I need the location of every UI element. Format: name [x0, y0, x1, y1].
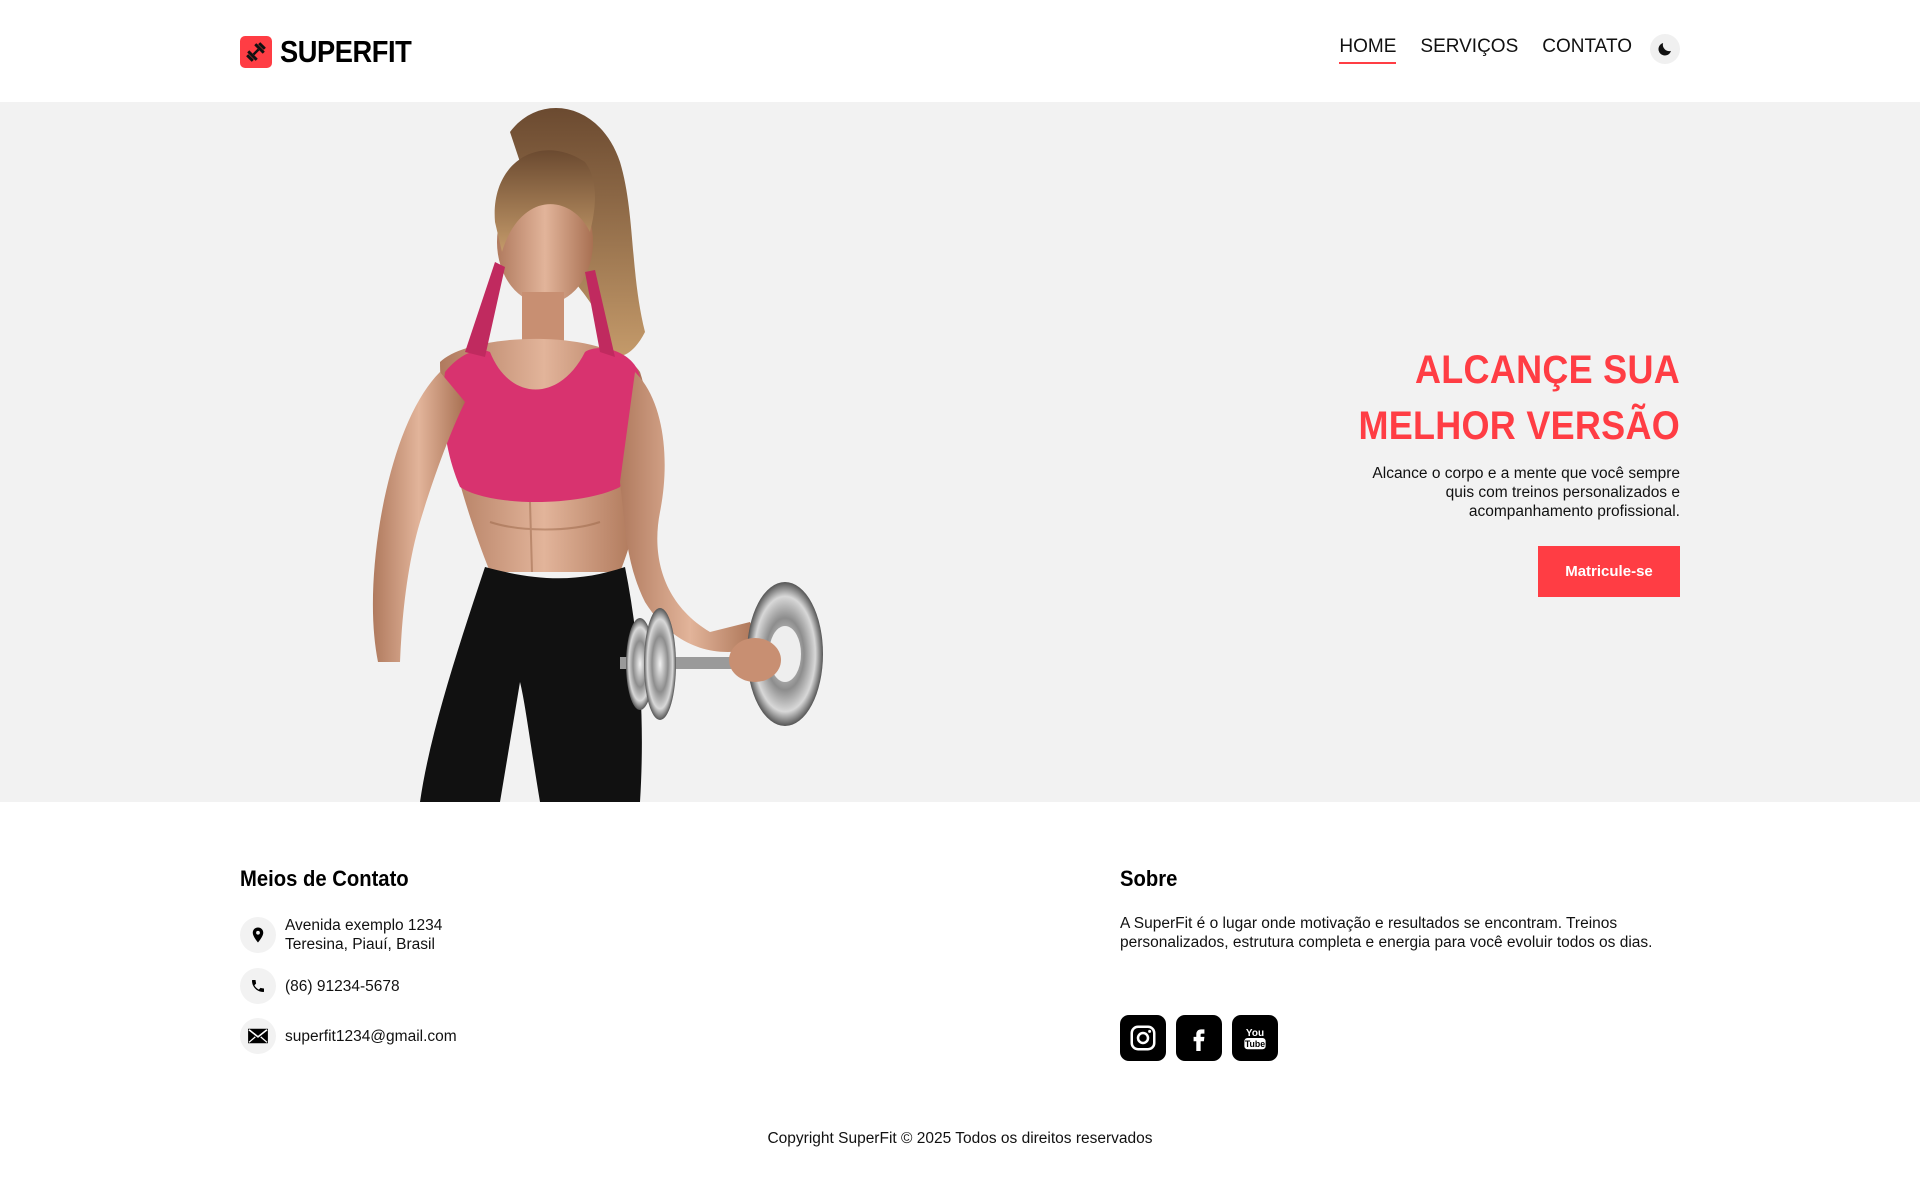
envelope-icon: [240, 1018, 276, 1054]
hero-athlete-image: [372, 108, 823, 802]
hero-title: ALCANÇE SUA MELHOR VERSÃO: [1220, 342, 1680, 454]
hero-title-line2: MELHOR VERSÃO: [1358, 404, 1680, 448]
brand-logo[interactable]: SUPERFIT: [240, 34, 429, 70]
svg-text:You: You: [1246, 1028, 1264, 1039]
instagram-icon[interactable]: [1120, 1015, 1166, 1061]
youtube-icon[interactable]: You Tube: [1232, 1015, 1278, 1061]
phone-icon: [240, 968, 276, 1004]
nav-contato[interactable]: CONTATO: [1542, 36, 1632, 62]
location-pin-icon: [240, 917, 276, 953]
nav-servicos[interactable]: SERVIÇOS: [1420, 36, 1518, 62]
brand-name: SUPERFIT: [280, 34, 412, 69]
site-header: SUPERFIT HOME SERVIÇOS CONTATO: [0, 0, 1920, 102]
contact-title: Meios de Contato: [240, 866, 409, 891]
about-section: Sobre A SuperFit é o lugar onde motivaçã…: [1120, 866, 1680, 952]
facebook-icon[interactable]: [1176, 1015, 1222, 1061]
contact-section: Meios de Contato Avenida exemplo 1234 Te…: [240, 866, 800, 1068]
svg-text:Tube: Tube: [1245, 1039, 1265, 1049]
hero-content: ALCANÇE SUA MELHOR VERSÃO Alcance o corp…: [1220, 342, 1680, 597]
phone-number[interactable]: (86) 91234-5678: [285, 977, 400, 996]
about-title: Sobre: [1120, 866, 1178, 891]
moon-icon: [1658, 43, 1671, 56]
hero-title-line1: ALCANÇE SUA: [1415, 348, 1680, 392]
dumbbell-icon: [240, 36, 272, 68]
theme-toggle-button[interactable]: [1650, 34, 1680, 64]
hero-description: Alcance o corpo e a mente que você sempr…: [1372, 465, 1680, 520]
copyright-text: Copyright SuperFit © 2025 Todos os direi…: [767, 1130, 1153, 1147]
address-line1: Avenida exemplo 1234: [285, 917, 443, 934]
main-nav: HOME SERVIÇOS CONTATO: [1339, 34, 1680, 64]
social-links: You Tube: [1120, 1015, 1278, 1061]
contact-phone: (86) 91234-5678: [240, 968, 800, 1004]
contact-list: Avenida exemplo 1234 Teresina, Piauí, Br…: [240, 916, 800, 1054]
contact-address: Avenida exemplo 1234 Teresina, Piauí, Br…: [240, 916, 800, 954]
hero-section: ALCANÇE SUA MELHOR VERSÃO Alcance o corp…: [0, 102, 1920, 802]
contact-email: superfit1234@gmail.com: [240, 1018, 800, 1054]
address-line2: Teresina, Piauí, Brasil: [285, 936, 435, 953]
nav-home[interactable]: HOME: [1339, 36, 1397, 64]
email-address[interactable]: superfit1234@gmail.com: [285, 1027, 457, 1046]
about-text: A SuperFit é o lugar onde motivação e re…: [1120, 915, 1653, 951]
enroll-button[interactable]: Matricule-se: [1538, 546, 1680, 597]
